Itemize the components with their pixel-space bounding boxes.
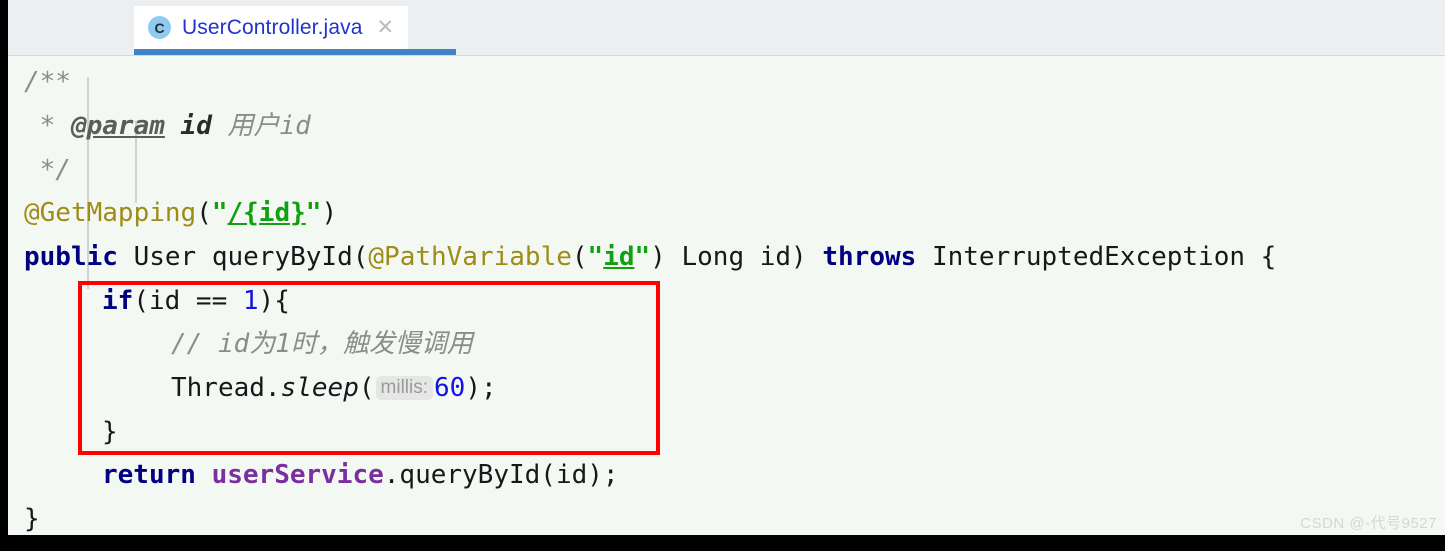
screenshot-root: C UserController.java ✕ /** * @param id … xyxy=(0,0,1445,551)
call-querybyid: .queryById(id); xyxy=(383,460,619,490)
left-margin-strip xyxy=(0,0,8,551)
sleep-tail: ); xyxy=(465,373,497,403)
code-line-1: /** xyxy=(24,60,71,104)
keyword-public: public xyxy=(24,242,118,272)
code-line-2: * @param id 用户id xyxy=(24,104,311,148)
param-long-id: Long id) xyxy=(665,242,807,272)
code-line-9: } xyxy=(102,410,118,454)
brace-close-if: } xyxy=(102,417,118,447)
if-condition-left: (id == xyxy=(133,286,243,316)
paren-open-5: ( xyxy=(352,242,369,272)
editor-tab-title: UserController.java xyxy=(182,15,363,39)
java-class-icon: C xyxy=(148,16,171,39)
quote-close-4: " xyxy=(305,198,322,228)
javadoc-description: 用户id xyxy=(227,111,311,141)
code-editor-surface[interactable]: /** * @param id 用户id */ @GetMapping("/{i… xyxy=(8,56,1445,535)
mapping-path-literal: /{id} xyxy=(227,198,306,228)
editor-tab-bar: C UserController.java ✕ xyxy=(8,0,1445,56)
parameter-hint-millis: millis: xyxy=(375,376,434,400)
paren-close-5b: ) xyxy=(650,242,666,272)
space-10 xyxy=(196,460,212,490)
code-line-3: */ xyxy=(24,148,71,192)
javadoc-param-tag: @param xyxy=(70,111,165,141)
quote-open-5: " xyxy=(587,242,604,272)
if-condition-right: ){ xyxy=(258,286,290,316)
field-userservice: userService xyxy=(211,460,384,490)
javadoc-space xyxy=(165,111,181,141)
thread-class-ref: Thread. xyxy=(171,373,281,403)
javadoc-close: */ xyxy=(24,155,71,185)
annotation-pathvariable: @PathVariable xyxy=(368,242,572,272)
annotation-getmapping: @GetMapping xyxy=(24,198,197,228)
quote-close-5: " xyxy=(634,242,651,272)
sleep-argument-value: 60 xyxy=(434,373,466,403)
space-5 xyxy=(807,242,823,272)
pathvariable-value: id xyxy=(603,242,635,272)
code-line-11: } xyxy=(24,497,40,535)
code-line-4: @GetMapping("/{id}") xyxy=(24,191,337,235)
code-line-6: if(id == 1){ xyxy=(102,279,290,323)
keyword-throws: throws xyxy=(822,242,917,272)
javadoc-star: * xyxy=(24,111,71,141)
javadoc-param-name: id xyxy=(180,111,212,141)
paren-open-8: ( xyxy=(358,373,375,403)
code-line-8: Thread.sleep(millis: 60); xyxy=(171,366,497,410)
code-line-5: public User queryById(@PathVariable("id"… xyxy=(24,235,1276,279)
keyword-return: return xyxy=(102,460,196,490)
exception-type: InterruptedException { xyxy=(916,242,1277,272)
quote-open-4: " xyxy=(211,198,228,228)
code-content: /** * @param id 用户id */ @GetMapping("/{i… xyxy=(8,56,1445,535)
editor-tab-usercontroller[interactable]: C UserController.java ✕ xyxy=(134,6,409,49)
bottom-margin-strip xyxy=(0,535,1445,551)
keyword-if: if xyxy=(102,286,134,316)
brace-close-method: } xyxy=(24,504,40,534)
return-type-user: User xyxy=(117,242,212,272)
close-icon[interactable]: ✕ xyxy=(376,17,394,38)
sleep-method-ref: sleep xyxy=(280,373,359,403)
javadoc-space-2 xyxy=(212,111,228,141)
paren-close-4: ) xyxy=(321,198,338,228)
code-line-10: return userService.queryById(id); xyxy=(102,453,619,497)
slow-call-comment: // id为1时，触发慢调用 xyxy=(171,329,473,359)
paren-open-5b: ( xyxy=(571,242,588,272)
active-tab-underline xyxy=(134,49,456,55)
method-name-querybyid: queryById xyxy=(211,242,353,272)
code-line-7: // id为1时，触发慢调用 xyxy=(171,322,473,366)
literal-one: 1 xyxy=(242,286,259,316)
paren-open-4: ( xyxy=(196,198,212,228)
javadoc-open: /** xyxy=(24,67,71,97)
watermark-text: CSDN @-代号9527 xyxy=(1300,515,1437,532)
